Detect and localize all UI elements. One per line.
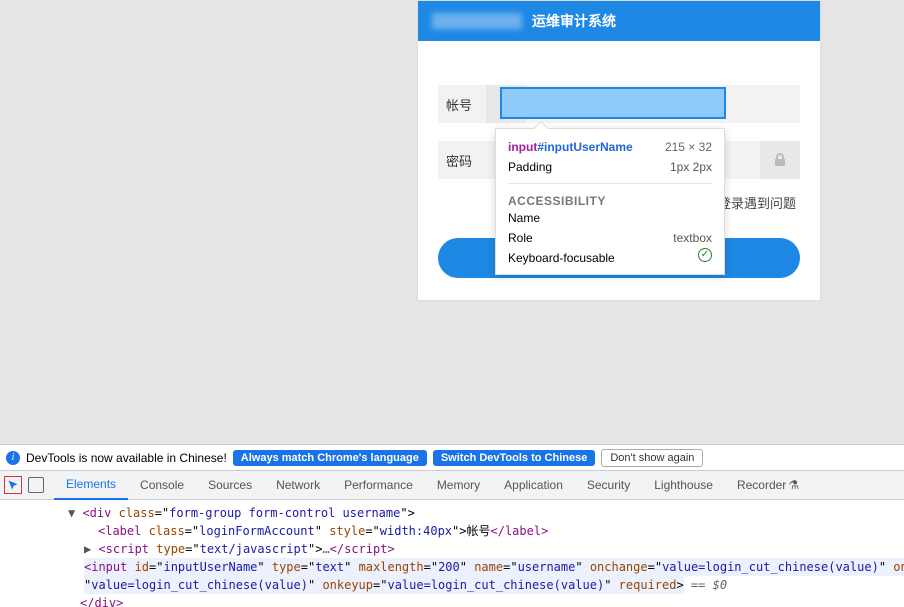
username-row: 帐号 xyxy=(438,85,800,123)
inspector-tooltip: input#inputUserName 215 × 32 Padding 1px… xyxy=(495,128,725,275)
elements-source-panel[interactable]: ▼ <div class="form-group form-control us… xyxy=(0,500,904,607)
info-icon: i xyxy=(6,451,20,465)
devtools-banner: i DevTools is now available in Chinese! … xyxy=(0,444,904,470)
tab-network[interactable]: Network xyxy=(264,470,332,500)
tooltip-padding-value: 1px 2px xyxy=(670,157,712,177)
devtools-tabs: Elements Console Sources Network Perform… xyxy=(0,470,904,500)
tab-console[interactable]: Console xyxy=(128,470,196,500)
device-toggle-icon[interactable] xyxy=(28,477,44,493)
tooltip-acc-kf-label: Keyboard-focusable xyxy=(508,248,615,268)
tab-security[interactable]: Security xyxy=(575,470,642,500)
product-logo xyxy=(432,13,522,29)
tab-application[interactable]: Application xyxy=(492,470,575,500)
login-title: 运维审计系统 xyxy=(532,11,616,31)
password-label: 密码 xyxy=(438,151,486,170)
banner-message: DevTools is now available in Chinese! xyxy=(26,451,227,465)
tooltip-selector: input#inputUserName xyxy=(508,137,633,157)
tab-performance[interactable]: Performance xyxy=(332,470,425,500)
banner-match-button[interactable]: Always match Chrome's language xyxy=(233,450,427,466)
tab-recorder[interactable]: Recorder ⚗ xyxy=(725,470,811,500)
tooltip-dimensions: 215 × 32 xyxy=(665,137,712,157)
tab-lighthouse[interactable]: Lighthouse xyxy=(642,470,725,500)
login-header: 运维审计系统 xyxy=(418,1,820,41)
username-input-highlight[interactable] xyxy=(500,87,726,119)
tooltip-padding-label: Padding xyxy=(508,157,552,177)
flask-icon: ⚗ xyxy=(788,478,799,492)
tab-elements[interactable]: Elements xyxy=(54,470,128,500)
tooltip-accessibility-heading: ACCESSIBILITY xyxy=(508,194,712,208)
username-label: 帐号 xyxy=(438,95,486,114)
tooltip-acc-role-label: Role xyxy=(508,228,533,248)
banner-dismiss-button[interactable]: Don't show again xyxy=(601,449,703,467)
banner-switch-button[interactable]: Switch DevTools to Chinese xyxy=(433,450,596,466)
check-icon: ✓ xyxy=(698,248,712,262)
inspect-icon[interactable] xyxy=(4,476,22,494)
tab-memory[interactable]: Memory xyxy=(425,470,492,500)
lock-icon xyxy=(760,141,800,179)
tab-sources[interactable]: Sources xyxy=(196,470,264,500)
tooltip-acc-name-label: Name xyxy=(508,208,540,228)
